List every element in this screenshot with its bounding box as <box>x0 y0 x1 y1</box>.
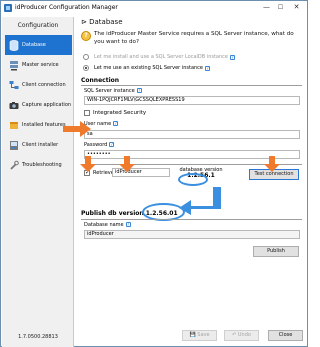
sidebar-item-capture-application[interactable]: Capture application <box>5 95 72 115</box>
database-name-label: Database name? <box>84 222 131 228</box>
sidebar-item-client-connection[interactable]: Client connection <box>5 75 72 95</box>
database-icon <box>8 39 19 51</box>
radio-button[interactable] <box>83 54 89 60</box>
sidebar-item-label: Client connection <box>22 82 66 88</box>
sidebar-item-installed-features[interactable]: Installed features <box>5 115 72 135</box>
minimize-button[interactable]: — <box>260 2 273 13</box>
maximize-button[interactable]: ☐ <box>274 2 287 13</box>
app-window: idProducer Configuration Manager — ☐ ✕ C… <box>0 0 308 347</box>
annotation-arrow-database-field <box>119 156 135 172</box>
page-title-text: Database <box>89 18 123 26</box>
heading-arrow-icon: ⊳ <box>81 18 87 26</box>
camera-icon <box>8 100 19 111</box>
wrench-icon <box>8 160 19 171</box>
integrated-security-label: Integrated Security <box>93 110 147 116</box>
annotation-arrow-test-connection <box>264 156 280 172</box>
app-logo-icon <box>4 4 12 12</box>
sidebar-item-label: Installed features <box>22 122 66 128</box>
window-title: idProducer Configuration Manager <box>15 4 118 11</box>
integrated-security-checkbox[interactable] <box>84 110 90 116</box>
help-icon[interactable]: ? <box>109 142 115 147</box>
radio-existing-instance[interactable]: Let me use an existing SQL Server instan… <box>83 65 210 71</box>
help-icon[interactable]: ? <box>113 121 119 126</box>
installer-icon <box>8 140 19 151</box>
password-label: Password? <box>84 142 115 148</box>
version-highlight-ellipse <box>178 173 208 186</box>
annotation-arrow-retrieve <box>80 156 96 172</box>
sidebar-item-label: Database <box>22 42 46 48</box>
sidebar: Configuration Database Master service Cl… <box>2 17 74 347</box>
annotation-arrow-version-link <box>179 187 221 215</box>
radio-label: Let me use an existing SQL Server instan… <box>94 65 203 71</box>
database-name-field[interactable]: idProducer <box>84 230 300 239</box>
sidebar-title: Configuration <box>17 22 59 29</box>
help-icon[interactable]: ? <box>136 88 142 93</box>
radio-install-localdb[interactable]: Let me install and use a SQL Server Loca… <box>83 54 235 60</box>
radio-label: Let me install and use a SQL Server Loca… <box>94 54 228 60</box>
connection-section-title: Connection <box>81 77 120 84</box>
save-button[interactable]: 💾 Save <box>182 330 217 341</box>
sidebar-item-client-installer[interactable]: Client installer <box>5 135 72 155</box>
sql-instance-label: SQL Server instance? <box>84 88 142 94</box>
help-icon[interactable]: ? <box>125 222 131 227</box>
sidebar-item-label: Capture application <box>22 102 72 108</box>
sql-instance-field[interactable]: WIN-1PQJCRF1MLV\GCSSQLEXPRESS19 <box>84 96 300 105</box>
retrieve-label: Retrieve <box>93 170 114 176</box>
radio-button[interactable] <box>83 65 89 71</box>
close-button[interactable]: Close <box>268 330 303 341</box>
sidebar-item-database[interactable]: Database <box>5 35 72 55</box>
database-panel: ⊳ Database ? The idProducer Master Servi… <box>78 17 307 347</box>
sidebar-item-label: Troubleshooting <box>22 162 62 168</box>
intro-text: The idProducer Master Service requires a… <box>94 31 294 45</box>
help-icon[interactable]: ? <box>205 65 210 71</box>
close-window-button[interactable]: ✕ <box>290 2 303 13</box>
sidebar-item-label: Master service <box>22 62 59 68</box>
sidebar-item-label: Client installer <box>22 142 59 148</box>
sidebar-item-troubleshooting[interactable]: Troubleshooting <box>5 155 72 175</box>
lightbulb-icon: ? <box>81 31 91 41</box>
puzzle-icon <box>8 120 19 131</box>
annotation-arrow-username <box>63 121 91 137</box>
sidebar-nav: Database Master service Client connectio… <box>5 35 72 175</box>
title-bar: idProducer Configuration Manager — ☐ ✕ <box>1 1 307 15</box>
network-icon <box>8 80 19 91</box>
undo-button[interactable]: ↶ Undo <box>224 330 259 341</box>
divider <box>81 85 302 86</box>
version-label: 1.7.0500.28813 <box>18 334 58 340</box>
username-field[interactable]: sa <box>84 130 300 139</box>
help-icon[interactable]: ? <box>229 54 235 60</box>
page-title: ⊳ Database <box>81 18 123 26</box>
server-icon <box>8 60 19 71</box>
publish-button[interactable]: Publish <box>253 246 299 257</box>
sidebar-item-master-service[interactable]: Master service <box>5 55 72 75</box>
